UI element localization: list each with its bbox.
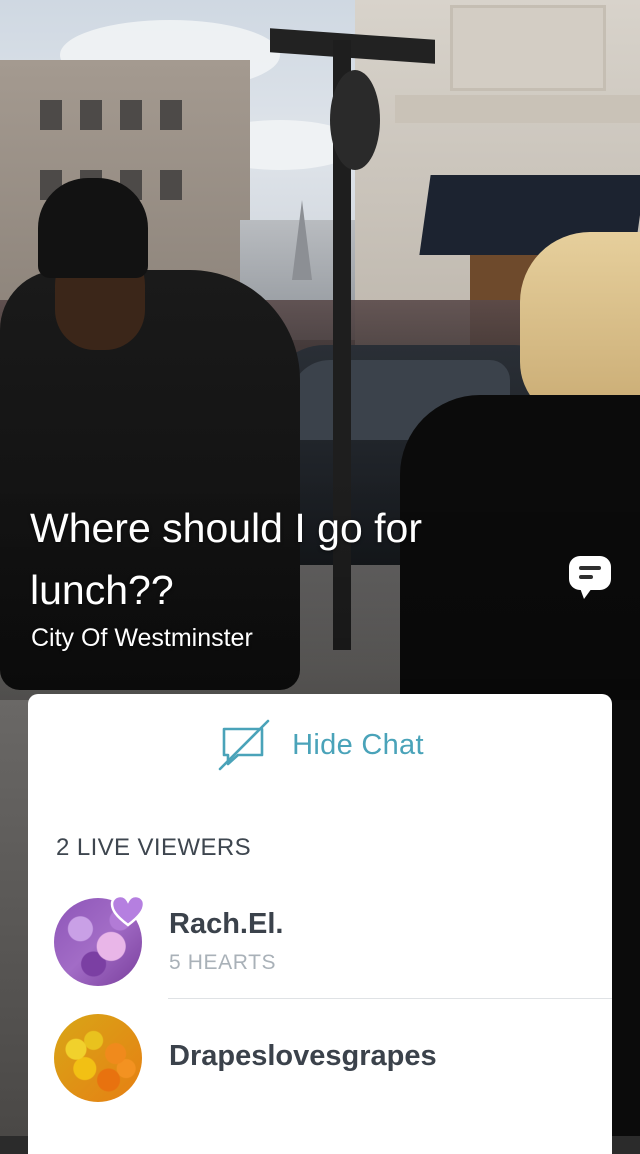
broadcast-location: City Of Westminster [31, 624, 253, 652]
broadcast-title: Where should I go for lunch?? [30, 505, 422, 613]
viewer-name: Drapeslovesgrapes [169, 1040, 437, 1072]
viewer-row[interactable]: Drapeslovesgrapes [28, 1012, 612, 1112]
divider [168, 998, 612, 999]
chat-panel: Hide Chat 2 LIVE VIEWERS Rach.El. 5 HEAR… [28, 694, 612, 1154]
live-viewers-count: 2 LIVE VIEWERS [56, 834, 251, 861]
chat-off-icon [218, 719, 270, 771]
chat-bubble-icon[interactable] [569, 556, 611, 590]
viewer-name: Rach.El. [169, 908, 284, 940]
street-sign [330, 70, 380, 170]
hide-chat-button[interactable]: Hide Chat [28, 714, 612, 776]
heart-icon [110, 894, 146, 927]
avatar [54, 1014, 142, 1102]
pedestrian-woman-hair [520, 232, 640, 422]
church-spire [292, 200, 312, 280]
beanie-hat [38, 178, 148, 278]
hide-chat-label: Hide Chat [292, 728, 424, 761]
viewer-row[interactable]: Rach.El. 5 HEARTS [28, 894, 612, 996]
viewer-hearts: 5 HEARTS [169, 951, 277, 974]
